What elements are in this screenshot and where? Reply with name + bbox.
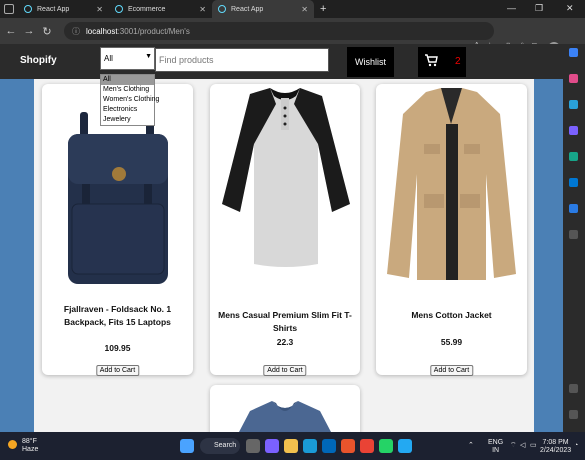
info-icon[interactable]: ⓘ (72, 26, 80, 37)
taskbar-search[interactable]: Search (200, 438, 240, 454)
region-code: IN (492, 447, 500, 454)
category-select-value: All (104, 54, 113, 63)
wishlist-button[interactable]: Wishlist (347, 47, 394, 77)
url-field[interactable]: ⓘ localhost:3001/product/Men's (64, 22, 494, 40)
language-code: ENG (488, 439, 504, 446)
product-card (210, 385, 360, 432)
notification-icon[interactable]: ◔ (574, 442, 578, 450)
close-tab-icon[interactable]: ✕ (96, 5, 103, 14)
shopping-icon[interactable] (569, 74, 578, 83)
forward-icon[interactable]: → (20, 25, 38, 37)
brave-icon[interactable] (341, 439, 355, 453)
maximize-icon[interactable]: ❐ (535, 3, 543, 14)
clock[interactable]: 7:08 PM 2/24/2023 (540, 439, 571, 455)
search-icon[interactable] (569, 48, 578, 57)
category-option[interactable]: Jewelery (101, 115, 154, 125)
search-input[interactable]: Find products (155, 48, 329, 72)
product-card: Fjallraven - Foldsack No. 1 Backpack, Fi… (42, 84, 193, 376)
edge-sidebar (563, 44, 585, 432)
weather-desc: Haze (22, 446, 39, 453)
blue-tshirt-image (239, 401, 331, 432)
games-icon[interactable] (569, 126, 578, 135)
add-icon[interactable] (569, 230, 578, 239)
close-tab-icon[interactable]: ✕ (301, 5, 308, 14)
office-icon[interactable] (569, 152, 578, 161)
vscode-icon[interactable] (398, 439, 412, 453)
weather-temp: 88°F (22, 438, 37, 445)
product-title[interactable]: Mens Casual Premium Slim Fit T-Shirts (214, 309, 356, 335)
browser-tab-strip: React App ✕ Ecommerce ✕ React App ✕ + — … (0, 0, 585, 18)
close-tab-icon[interactable]: ✕ (199, 5, 206, 14)
settings-icon[interactable] (569, 410, 578, 419)
cart-button[interactable]: 2 (418, 47, 466, 77)
task-view-icon[interactable] (246, 439, 260, 453)
os-taskbar: 88°F Haze Search ⌃ ENG IN ⌔ ◁ ▭ 7:08 PM … (0, 432, 585, 460)
chevron-down-icon: ▼ (145, 53, 152, 60)
product-price: 22.3 (276, 337, 294, 347)
category-option[interactable]: Electronics (101, 105, 154, 115)
react-icon (24, 5, 32, 13)
product-title[interactable]: Fjallraven - Foldsack No. 1 Backpack, Fi… (46, 303, 189, 329)
tools-icon[interactable] (569, 100, 578, 109)
back-icon[interactable]: ← (2, 25, 20, 37)
tab-title: React App (37, 5, 70, 13)
wifi-icon[interactable]: ⌔ (510, 442, 517, 450)
product-card: Mens Cotton Jacket 55.99 Add to Cart (376, 84, 527, 376)
category-option[interactable]: All (101, 75, 154, 85)
category-select[interactable]: All ▼ (100, 47, 155, 70)
edge-icon[interactable] (303, 439, 317, 453)
reload-icon[interactable]: ↻ (38, 25, 56, 38)
file-explorer-icon[interactable] (284, 439, 298, 453)
whatsapp-icon[interactable] (379, 439, 393, 453)
url-path: :3001/product/Men's (117, 26, 190, 36)
cart-icon (425, 54, 438, 67)
product-title[interactable]: Mens Cotton Jacket (380, 309, 523, 322)
product-price: 55.99 (440, 337, 463, 347)
browser-tab[interactable]: Ecommerce ✕ (109, 0, 212, 18)
sidebar-toggle-icon[interactable] (569, 384, 578, 393)
page-viewport: Fjallraven - Foldsack No. 1 Backpack, Fi… (0, 44, 563, 432)
top-navbar: Shopify All ▼ Find products Wishlist 2 (0, 44, 563, 79)
cart-count-badge: 2 (455, 56, 461, 67)
sun-icon (8, 440, 17, 449)
react-icon (218, 5, 226, 13)
browser-tab-active[interactable]: React App ✕ (212, 0, 314, 18)
jacket-image (387, 88, 516, 280)
chevron-up-icon[interactable]: ⌃ (468, 442, 474, 450)
raglan-tshirt-image (222, 88, 350, 267)
minimize-icon[interactable]: — (507, 3, 516, 13)
language-indicator[interactable]: ENG IN (488, 439, 503, 455)
start-icon[interactable] (180, 439, 194, 453)
battery-icon[interactable]: ▭ (530, 442, 537, 450)
chat-icon[interactable] (265, 439, 279, 453)
clock-time: 7:08 PM (542, 439, 569, 446)
volume-icon[interactable]: ◁ (520, 442, 525, 450)
close-window-icon[interactable]: ✕ (566, 3, 574, 14)
add-to-cart-button[interactable]: Add to Cart (429, 365, 474, 376)
category-option[interactable]: Men's Clothing (101, 85, 154, 95)
tab-title: React App (231, 5, 264, 13)
address-bar-row: ← → ↻ ⓘ localhost:3001/product/Men's A ☆… (0, 18, 585, 54)
add-to-cart-button[interactable]: Add to Cart (95, 365, 140, 376)
product-grid: Fjallraven - Foldsack No. 1 Backpack, Fi… (34, 79, 534, 432)
url-host: localhost (86, 26, 118, 36)
brand-logo[interactable]: Shopify (20, 55, 57, 66)
chrome-icon[interactable] (360, 439, 374, 453)
new-tab-icon[interactable]: + (320, 3, 326, 15)
add-to-cart-button[interactable]: Add to Cart (263, 365, 307, 376)
tab-title: Ecommerce (128, 5, 166, 13)
product-price: 109.95 (104, 343, 131, 353)
product-card: Mens Casual Premium Slim Fit T-Shirts 22… (210, 84, 360, 376)
bing-icon[interactable] (569, 204, 578, 213)
outlook-icon[interactable] (569, 178, 578, 187)
category-dropdown-list: All Men's Clothing Women's Clothing Elec… (100, 74, 159, 126)
browser-tab[interactable]: React App ✕ (0, 0, 109, 18)
store-icon[interactable] (322, 439, 336, 453)
category-option[interactable]: Women's Clothing (101, 95, 159, 105)
clock-date: 2/24/2023 (540, 447, 572, 454)
react-icon (115, 5, 123, 13)
